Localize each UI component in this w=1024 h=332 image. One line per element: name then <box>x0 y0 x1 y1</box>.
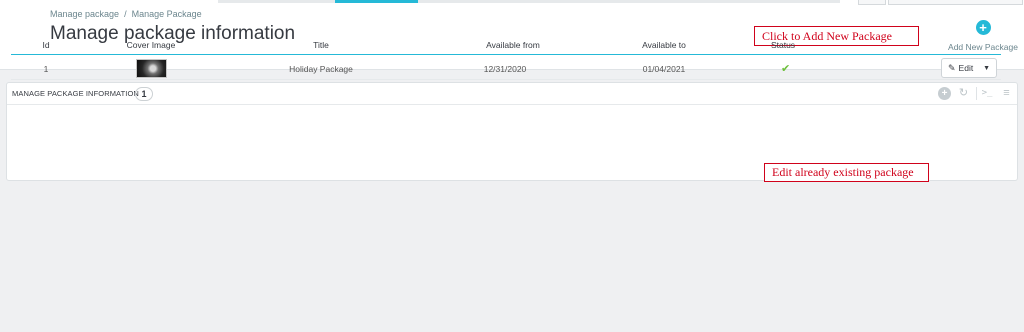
cell-available-to: 01/04/2021 <box>642 64 686 74</box>
column-header-id[interactable]: Id <box>42 40 49 50</box>
table-row[interactable]: 1 Holiday Package 12/31/2020 01/04/2021 … <box>11 56 1001 80</box>
cell-id: 1 <box>43 64 49 74</box>
refresh-icon[interactable]: ↻ <box>957 87 970 100</box>
caret-down-icon[interactable]: ▼ <box>983 65 990 72</box>
cover-image-thumbnail <box>136 59 167 78</box>
column-header-available-to[interactable]: Available to <box>642 40 686 50</box>
database-icon[interactable]: ≡ <box>1000 87 1013 100</box>
panel-header: MANAGE PACKAGE INFORMATION 1 + ↻ >_ ≡ <box>7 83 1017 105</box>
column-header-available-from[interactable]: Available from <box>486 40 540 50</box>
check-icon: ✔ <box>781 63 791 75</box>
breadcrumb: Manage package / Manage Package <box>50 9 202 19</box>
top-nav-line <box>418 0 840 3</box>
top-nav-active-tab[interactable] <box>335 0 418 3</box>
annotation-edit-package: Edit already existing package <box>764 163 929 182</box>
column-header-title[interactable]: Title <box>313 40 329 50</box>
panel-title: MANAGE PACKAGE INFORMATION <box>12 89 139 98</box>
breadcrumb-current: Manage Package <box>131 9 202 19</box>
edit-button[interactable]: ✎ Edit ▼ <box>941 58 997 78</box>
top-nav-search[interactable] <box>888 0 1023 5</box>
terminal-icon[interactable]: >_ <box>976 87 994 100</box>
pencil-icon: ✎ <box>948 62 956 73</box>
column-header-cover: Cover Image <box>126 40 176 50</box>
top-nav-button[interactable] <box>858 0 886 5</box>
breadcrumb-parent[interactable]: Manage package <box>50 9 119 19</box>
cell-available-from: 12/31/2020 <box>483 64 527 74</box>
count-badge: 1 <box>135 87 153 101</box>
breadcrumb-separator: / <box>124 9 127 19</box>
panel-tools: + ↻ >_ ≡ <box>938 87 1013 100</box>
cell-title: Holiday Package <box>289 64 353 74</box>
top-nav-line <box>218 0 335 3</box>
table-header: Id Cover Image Title Available from Avai… <box>11 34 1001 55</box>
edit-label: Edit <box>958 63 974 73</box>
plus-circle-icon[interactable]: + <box>938 87 951 100</box>
column-header-status[interactable]: Status <box>771 40 795 50</box>
plus-circle-icon: + <box>975 20 991 35</box>
